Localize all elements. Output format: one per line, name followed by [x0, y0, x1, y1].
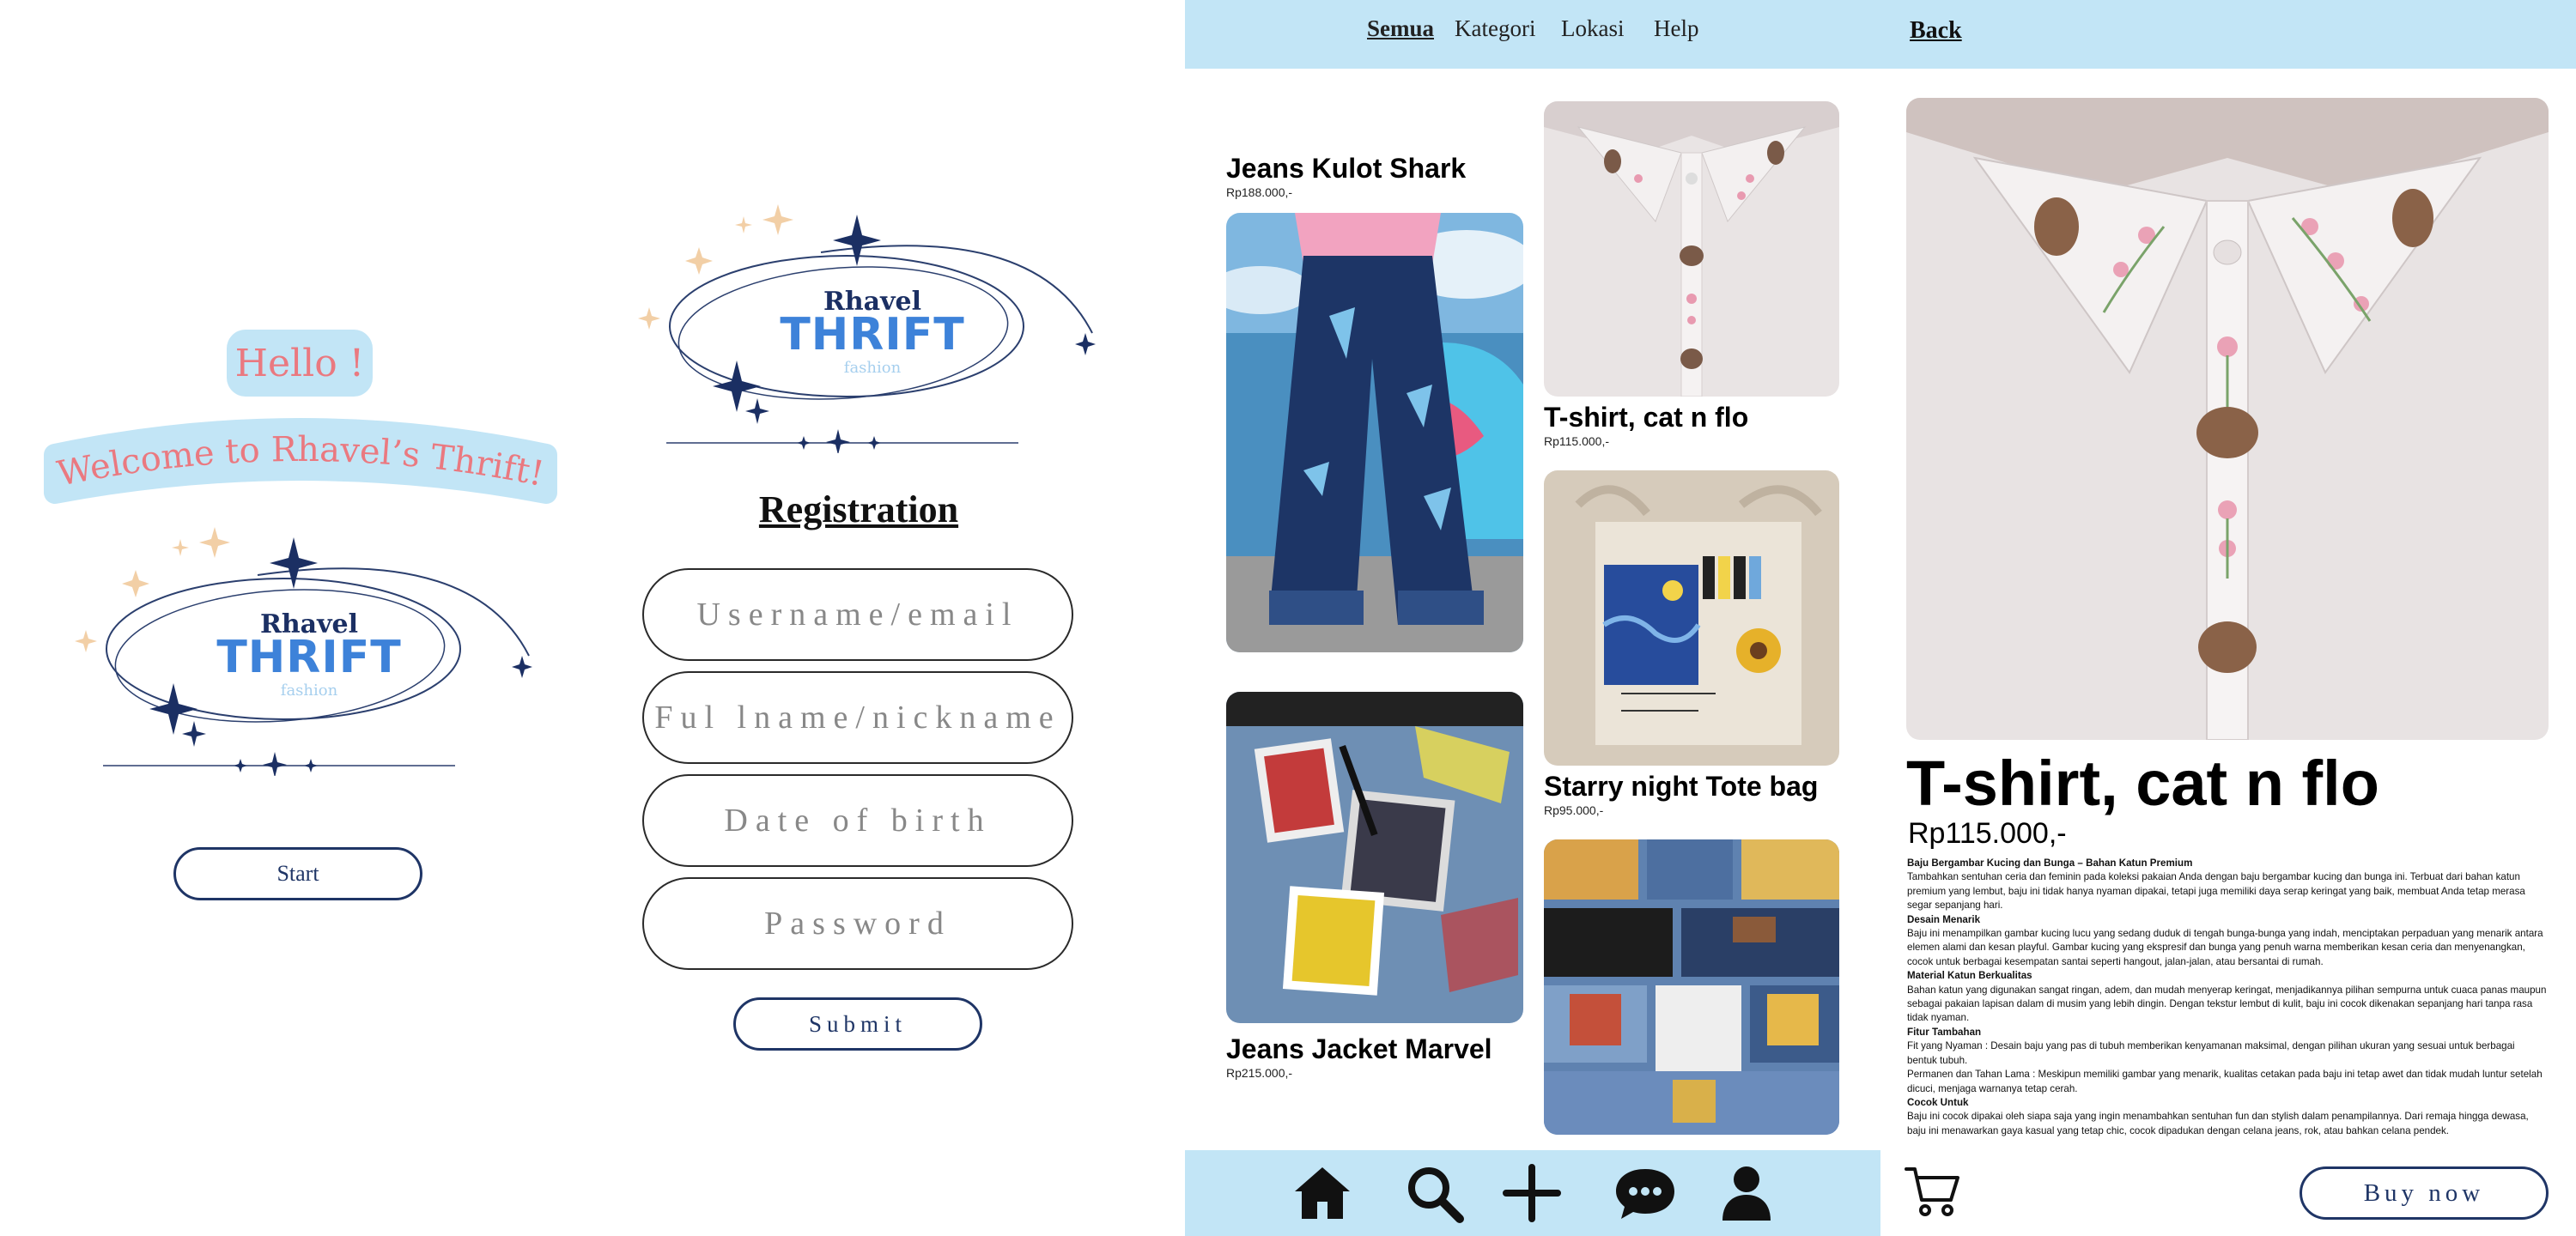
username-email-field[interactable] — [642, 568, 1073, 661]
chat-icon[interactable] — [1614, 1162, 1676, 1224]
nav-semua[interactable]: Semua — [1367, 15, 1434, 42]
logo-line2: THRIFT — [780, 309, 965, 360]
registration-title: Registration — [758, 488, 959, 530]
product-title-jeans-jacket[interactable]: Jeans Jacket Marvel — [1226, 1033, 1492, 1065]
desc-paragraph: Baju ini menampilkan gambar kucing lucu … — [1907, 928, 2543, 967]
fullname-nickname-field[interactable] — [642, 671, 1073, 764]
submit-button[interactable]: Submit — [733, 997, 982, 1051]
date-of-birth-field[interactable] — [642, 774, 1073, 867]
product-image-jeans-kulot[interactable] — [1226, 213, 1523, 652]
product-title-tshirt[interactable]: T-shirt, cat n flo — [1544, 402, 1748, 433]
desc-heading: Material Katun Berkualitas — [1907, 970, 2032, 982]
product-image-tshirt[interactable] — [1544, 101, 1839, 397]
jeans-pile-photo — [1544, 839, 1839, 1135]
logo-line2: THRIFT — [216, 632, 402, 683]
search-icon[interactable] — [1403, 1162, 1465, 1224]
nav-kategori[interactable]: Kategori — [1455, 15, 1535, 42]
product-image-tote-bag[interactable] — [1544, 470, 1839, 766]
home-icon[interactable] — [1291, 1162, 1353, 1224]
nav-lokasi[interactable]: Lokasi — [1561, 15, 1625, 42]
brand-logo: Rhavel THRIFT fashion — [69, 527, 550, 776]
buy-now-button[interactable]: Buy now — [2300, 1166, 2549, 1220]
hello-text: Hello ! — [234, 341, 365, 385]
desc-paragraph: Bahan katun yang digunakan sangat ringan… — [1907, 984, 2547, 1024]
tshirt-photo — [1544, 101, 1839, 397]
detail-tshirt-photo — [1906, 98, 2549, 740]
product-price-jeans-jacket: Rp215.000,- — [1226, 1066, 1293, 1080]
desc-paragraph: Baju ini cocok dipakai oleh siapa saja y… — [1907, 1111, 2529, 1136]
product-description: Baju Bergambar Kucing dan Bunga – Bahan … — [1907, 857, 2547, 1138]
cart-icon[interactable] — [1905, 1164, 1961, 1221]
start-button-label: Start — [276, 861, 319, 886]
product-image-jeans-collection[interactable] — [1544, 839, 1839, 1135]
back-link[interactable]: Back — [1910, 17, 1962, 45]
start-button[interactable]: Start — [173, 847, 422, 900]
desc-heading: Baju Bergambar Kucing dan Bunga – Bahan … — [1907, 857, 2193, 869]
submit-button-label: Submit — [808, 1010, 908, 1037]
buy-now-label: Buy now — [2363, 1178, 2485, 1207]
desc-heading: Desain Menarik — [1907, 913, 1981, 925]
brand-logo-registration: Rhavel THRIFT fashion — [632, 204, 1113, 453]
product-image-jeans-jacket[interactable] — [1226, 692, 1523, 1023]
welcome-banner: Welcome to Rhavel’s Thrift! — [44, 418, 557, 504]
profile-icon[interactable] — [1716, 1162, 1777, 1224]
detail-product-image — [1906, 98, 2549, 740]
desc-heading: Fitur Tambahan — [1907, 1026, 1982, 1038]
desc-heading: Cocok Untuk — [1907, 1096, 1969, 1108]
detail-price: Rp115.000,- — [1908, 817, 2067, 850]
detail-top-bar — [1880, 0, 2576, 69]
desc-paragraph: Tambahkan sentuhan ceria dan feminin pad… — [1907, 871, 2525, 912]
jeans-photo — [1226, 213, 1523, 652]
product-price-tote-bag: Rp95.000,- — [1544, 803, 1604, 817]
product-price-tshirt: Rp115.000,- — [1544, 434, 1610, 448]
logo-line3: fashion — [843, 359, 902, 377]
nav-help[interactable]: Help — [1654, 15, 1698, 42]
desc-paragraph: Fit yang Nyaman : Desain baju yang pas d… — [1907, 1040, 2543, 1094]
product-title-jeans-kulot[interactable]: Jeans Kulot Shark — [1226, 153, 1466, 185]
plus-icon[interactable] — [1501, 1162, 1563, 1224]
detail-title: T-shirt, cat n flo — [1906, 748, 2379, 819]
product-title-tote-bag[interactable]: Starry night Tote bag — [1544, 771, 1818, 803]
jacket-photo — [1226, 692, 1523, 1023]
hello-badge: Hello ! — [227, 330, 373, 397]
password-field[interactable] — [642, 877, 1073, 970]
logo-line3: fashion — [280, 682, 338, 700]
tote-photo — [1544, 470, 1839, 766]
product-price-jeans-kulot: Rp188.000,- — [1226, 185, 1293, 199]
